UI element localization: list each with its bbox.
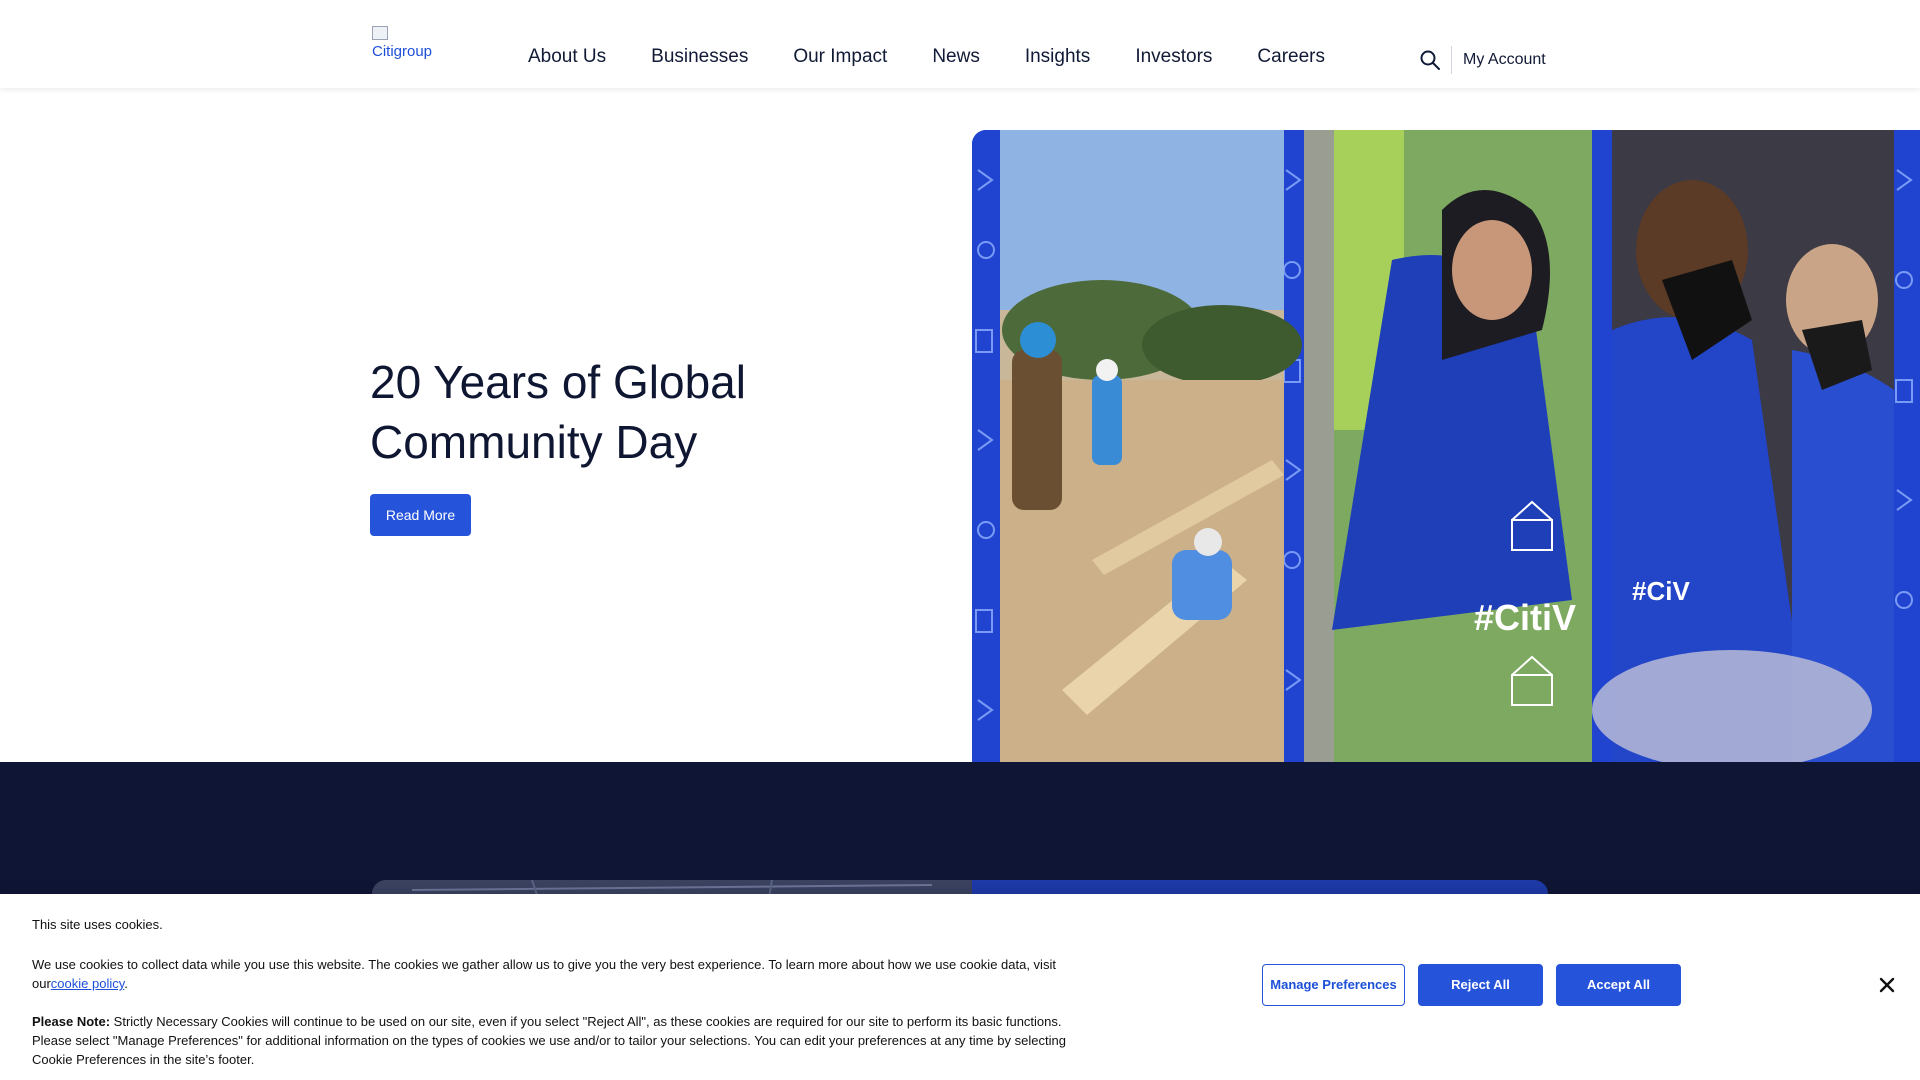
nav-investors[interactable]: Investors: [1135, 46, 1212, 68]
cookie-text-period: .: [124, 976, 128, 991]
hero-photo-collage: #CitiV #CiV: [972, 130, 1920, 762]
close-icon[interactable]: [1876, 974, 1898, 996]
nav-careers[interactable]: Careers: [1257, 46, 1325, 68]
cookie-banner-text: We use cookies to collect data while you…: [32, 955, 1077, 993]
search-icon[interactable]: [1419, 49, 1441, 71]
accept-all-button[interactable]: Accept All: [1556, 964, 1681, 1006]
cookie-note-label: Please Note:: [32, 1014, 111, 1029]
cookie-policy-link[interactable]: cookie policy: [51, 976, 124, 991]
citigroup-logo[interactable]: Citigroup: [372, 26, 438, 68]
logo-alt-text: Citigroup: [372, 43, 433, 60]
svg-text:#CitiV: #CitiV: [1474, 597, 1576, 638]
site-header: Citigroup About Us Businesses Our Impact…: [0, 0, 1920, 88]
volunteer-collage-image: #CitiV #CiV: [972, 130, 1920, 762]
nav-businesses[interactable]: Businesses: [651, 46, 748, 68]
broken-image-icon: [372, 26, 388, 40]
my-account-link[interactable]: My Account: [1463, 51, 1546, 69]
nav-about-us[interactable]: About Us: [528, 46, 606, 68]
cookie-banner-title: This site uses cookies.: [32, 917, 163, 932]
read-more-button[interactable]: Read More: [370, 494, 471, 536]
cookie-banner-note: Please Note: Strictly Necessary Cookies …: [32, 1012, 1077, 1069]
header-divider: [1451, 46, 1452, 74]
cookie-note-text: Strictly Necessary Cookies will continue…: [32, 1014, 1066, 1067]
main-nav: About Us Businesses Our Impact News Insi…: [528, 46, 1370, 68]
nav-our-impact[interactable]: Our Impact: [793, 46, 887, 68]
nav-news[interactable]: News: [932, 46, 980, 68]
manage-preferences-button[interactable]: Manage Preferences: [1262, 964, 1405, 1006]
svg-text:#CiV: #CiV: [1632, 576, 1690, 606]
nav-insights[interactable]: Insights: [1025, 46, 1090, 68]
hero-title: 20 Years of Global Community Day: [370, 356, 746, 468]
cookie-text-body: We use cookies to collect data while you…: [32, 957, 1056, 991]
reject-all-button[interactable]: Reject All: [1418, 964, 1543, 1006]
